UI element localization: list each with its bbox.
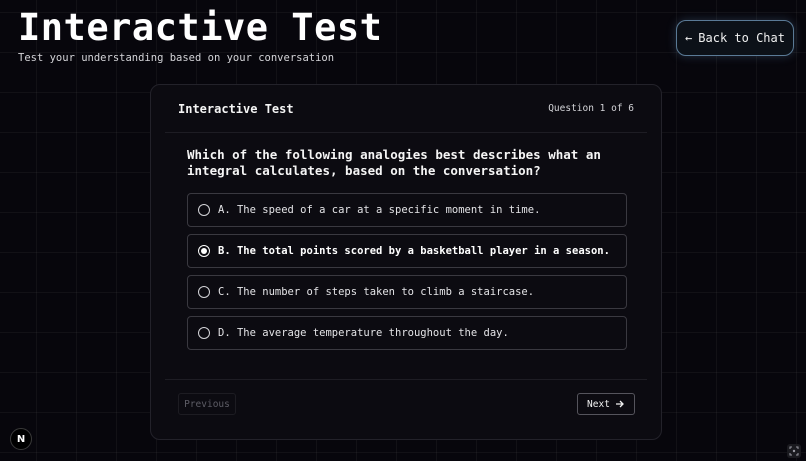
nextjs-logo-icon[interactable]: N <box>10 428 32 450</box>
next-button-label: Next <box>587 398 610 410</box>
question-counter: Question 1 of 6 <box>548 103 634 114</box>
answer-option-b[interactable]: B. The total points scored by a basketba… <box>187 234 627 268</box>
answer-option-label: B. The total points scored by a basketba… <box>218 245 610 257</box>
answer-option-d[interactable]: D. The average temperature throughout th… <box>187 316 627 350</box>
quiz-card-title: Interactive Test <box>178 101 294 116</box>
quiz-card-header: Interactive Test Question 1 of 6 <box>165 85 647 133</box>
page-title: Interactive Test <box>18 6 383 49</box>
answer-option-label: C. The number of steps taken to climb a … <box>218 286 535 298</box>
radio-unselected-icon[interactable] <box>198 204 210 216</box>
answer-option-c[interactable]: C. The number of steps taken to climb a … <box>187 275 627 309</box>
back-to-chat-label: Back to Chat <box>698 31 785 45</box>
arrow-right-icon <box>615 400 624 408</box>
radio-unselected-icon[interactable] <box>198 327 210 339</box>
radio-unselected-icon[interactable] <box>198 286 210 298</box>
arrow-left-icon: ← <box>685 31 693 45</box>
answer-option-a[interactable]: A. The speed of a car at a specific mome… <box>187 193 627 227</box>
quiz-card: Interactive Test Question 1 of 6 Which o… <box>150 84 662 440</box>
quiz-card-footer-divider <box>165 379 647 380</box>
next-button[interactable]: Next <box>577 393 635 415</box>
radio-selected-icon[interactable] <box>198 245 210 257</box>
answer-option-label: D. The average temperature throughout th… <box>218 327 509 339</box>
question-text: Which of the following analogies best de… <box>187 147 601 178</box>
answer-option-label: A. The speed of a car at a specific mome… <box>218 204 541 216</box>
page-subtitle: Test your understanding based on your co… <box>18 52 335 64</box>
expand-icon[interactable] <box>787 444 801 458</box>
previous-button[interactable]: Previous <box>178 393 236 415</box>
back-to-chat-button[interactable]: ← Back to Chat <box>676 20 794 56</box>
